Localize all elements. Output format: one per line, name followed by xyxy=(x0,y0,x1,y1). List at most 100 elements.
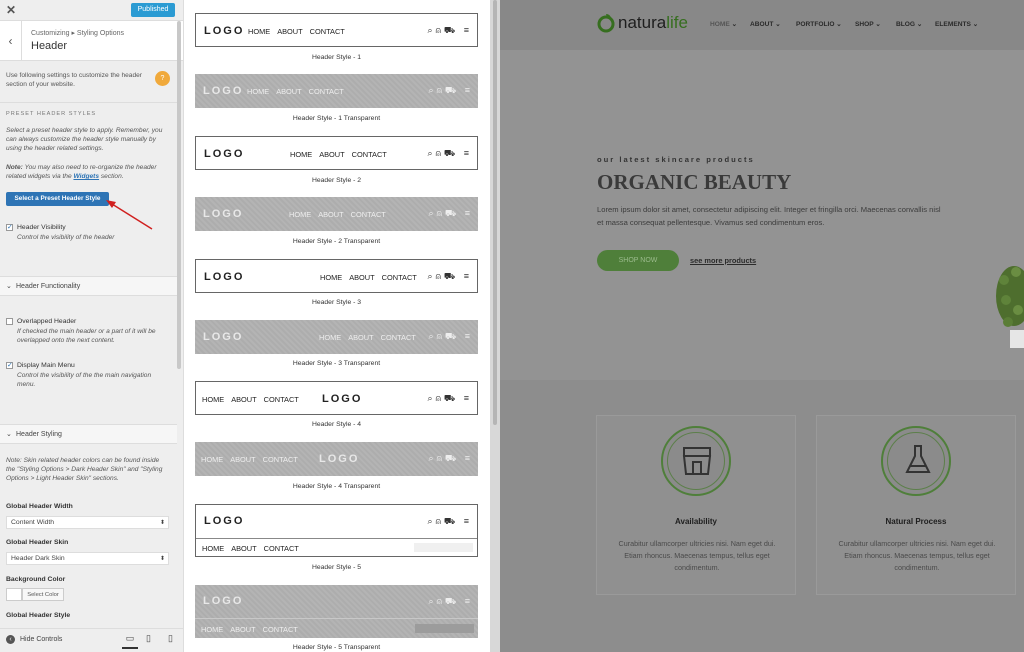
nav-contact: CONTACT xyxy=(263,544,299,553)
menu-blog-label: BLOG xyxy=(896,21,916,28)
menu-home[interactable]: HOME ⌄ xyxy=(710,20,737,28)
user-icon: ⍝ xyxy=(436,596,445,606)
publish-button[interactable]: Published xyxy=(131,3,175,17)
menu-about[interactable]: ABOUT ⌄ xyxy=(750,20,781,28)
menu-blog[interactable]: BLOG ⌄ xyxy=(896,20,922,28)
menu-portfolio[interactable]: PORTFOLIO ⌄ xyxy=(796,20,842,28)
menu-icon: ≡ xyxy=(463,516,472,526)
logo: LOGO xyxy=(204,148,245,160)
divider xyxy=(195,618,478,619)
menu-shop[interactable]: SHOP ⌄ xyxy=(855,20,881,28)
nav-contact: CONTACT xyxy=(309,27,345,36)
desktop-preview-icon[interactable]: ▭ xyxy=(122,633,138,649)
site-brand[interactable]: naturalife xyxy=(618,13,688,33)
overlapped-header-checkbox[interactable] xyxy=(6,318,13,325)
header-style-4-option[interactable]: HOME ABOUT CONTACT LOGO ⌕⍝⛟ ≡ xyxy=(195,381,478,415)
customizer-topbar: ✕ Published xyxy=(0,0,183,21)
header-style-1-option[interactable]: LOGO HOME ABOUT CONTACT ⌕⍝⛟ ≡ xyxy=(195,13,478,47)
nav-home: HOME xyxy=(319,333,342,342)
cart-icon: ⛟ xyxy=(443,271,459,281)
mobile-preview-icon[interactable]: ▯ xyxy=(168,633,173,644)
overlapped-header-desc: If checked the main header or a part of … xyxy=(17,328,156,344)
nav-home: HOME xyxy=(290,150,313,159)
nav-links: HOME ABOUT CONTACT xyxy=(290,150,394,159)
annotation-arrow-icon xyxy=(106,200,153,230)
cart-icon: ⛟ xyxy=(443,516,459,526)
nav-links: HOME ABOUT CONTACT xyxy=(201,625,305,634)
note-prefix: Note: xyxy=(6,164,23,171)
display-main-menu-checkbox[interactable]: ✓ xyxy=(6,362,13,369)
menu-shop-label: SHOP xyxy=(855,21,874,28)
tablet-preview-icon[interactable]: ▯ xyxy=(146,633,151,644)
customizer-panel: ✕ Published ‹ Customizing ▸ Styling Opti… xyxy=(0,0,184,652)
menu-icon: ≡ xyxy=(464,596,473,606)
header-skin-select[interactable]: Header Dark Skin ⬍ xyxy=(6,552,169,565)
header-style-3-option[interactable]: LOGO HOME ABOUT CONTACT ⌕⍝⛟ ≡ xyxy=(195,259,478,293)
user-icon: ⍝ xyxy=(436,208,445,218)
hero-section: our latest skincare products ORGANIC BEA… xyxy=(500,50,1024,380)
divider xyxy=(196,538,477,539)
header-style-label: Global Header Style xyxy=(6,612,71,619)
nav-contact: CONTACT xyxy=(262,455,298,464)
header-style-5-option[interactable]: LOGO ⌕⍝⛟ ≡ HOME ABOUT CONTACT xyxy=(195,504,478,557)
header-styling-group[interactable]: ⌄ Header Styling xyxy=(0,424,177,444)
header-visibility-label: Header Visibility xyxy=(17,224,66,231)
nav-links: HOME ABOUT CONTACT xyxy=(202,395,306,404)
panel-scrollbar[interactable] xyxy=(177,21,181,369)
cart-icon: ⛟ xyxy=(444,453,460,463)
user-icon: ⍝ xyxy=(435,148,444,158)
caption: Header Style - 2 Transparent xyxy=(292,238,381,245)
header-visibility-desc: Control the visibility of the header xyxy=(17,234,115,241)
feature-icon-ring xyxy=(661,426,731,496)
nav-home: HOME xyxy=(320,273,343,282)
nav-home: HOME xyxy=(201,625,224,634)
menu-icon: ≡ xyxy=(464,85,473,95)
see-more-link[interactable]: see more products xyxy=(690,256,756,265)
header-style-5-transparent-option[interactable]: LOGO ⌕⍝⛟ ≡ HOME ABOUT CONTACT xyxy=(195,585,478,638)
nav-contact: CONTACT xyxy=(381,273,417,282)
nav-links: HOME ABOUT CONTACT xyxy=(248,27,352,36)
gallery-scrollbar[interactable] xyxy=(490,0,500,652)
header-icons: ⌕⍝⛟ ≡ xyxy=(428,331,473,343)
back-arrow-icon[interactable]: ‹ xyxy=(0,21,22,61)
logo: LOGO xyxy=(203,85,244,97)
hide-controls-label[interactable]: Hide Controls xyxy=(20,636,62,643)
menu-icon: ≡ xyxy=(463,271,472,281)
leaf-logo-icon xyxy=(597,14,615,33)
shop-now-button[interactable]: SHOP NOW xyxy=(597,250,679,271)
header-functionality-group[interactable]: ⌄ Header Functionality xyxy=(0,276,177,296)
widgets-link[interactable]: Widgets xyxy=(73,173,99,180)
header-icons: ⌕⍝⛟ ≡ xyxy=(427,516,472,528)
menu-about-label: ABOUT xyxy=(750,21,774,28)
nav-about: ABOUT xyxy=(318,210,344,219)
color-swatch[interactable] xyxy=(6,588,22,601)
customizer-footer: ‹ Hide Controls ▭ ▯ ▯ xyxy=(0,628,183,652)
breadcrumb: Customizing ▸ Styling Options xyxy=(31,30,124,37)
close-icon[interactable]: ✕ xyxy=(6,3,16,17)
user-icon: ⍝ xyxy=(435,271,444,281)
header-width-select[interactable]: Content Width ⬍ xyxy=(6,516,169,529)
site-preview: naturalife HOME ⌄ ABOUT ⌄ PORTFOLIO ⌄ SH… xyxy=(500,0,1024,652)
header-style-4-transparent-option[interactable]: HOME ABOUT CONTACT LOGO ⌕⍝⛟ ≡ xyxy=(195,442,478,476)
header-style-2-transparent-option[interactable]: LOGO HOME ABOUT CONTACT ⌕⍝⛟ ≡ xyxy=(195,197,478,231)
header-icons: ⌕⍝⛟ ≡ xyxy=(427,25,472,37)
section-header: ‹ Customizing ▸ Styling Options Header xyxy=(0,21,183,61)
header-style-1-transparent-option[interactable]: LOGO HOME ABOUT CONTACT ⌕⍝⛟ ≡ xyxy=(195,74,478,108)
menu-elements[interactable]: ELEMENTS ⌄ xyxy=(935,20,978,28)
select-color-button[interactable]: Select Color xyxy=(22,588,64,601)
nav-home: HOME xyxy=(289,210,312,219)
header-visibility-checkbox[interactable]: ✓ xyxy=(6,224,13,231)
nav-contact: CONTACT xyxy=(350,210,386,219)
header-style-2-option[interactable]: LOGO HOME ABOUT CONTACT ⌕⍝⛟ ≡ xyxy=(195,136,478,170)
select-preset-header-button[interactable]: Select a Preset Header Style xyxy=(6,192,109,206)
caption: Header Style - 3 xyxy=(311,299,362,306)
menu-icon: ≡ xyxy=(463,148,472,158)
help-icon[interactable]: ? xyxy=(155,71,170,86)
header-style-3-transparent-option[interactable]: LOGO HOME ABOUT CONTACT ⌕⍝⛟ ≡ xyxy=(195,320,478,354)
nav-about: ABOUT xyxy=(231,544,257,553)
scrollbar-thumb[interactable] xyxy=(493,0,497,425)
site-header: naturalife HOME ⌄ ABOUT ⌄ PORTFOLIO ⌄ SH… xyxy=(500,0,1024,50)
hide-controls-icon[interactable]: ‹ xyxy=(6,635,15,644)
nav-contact: CONTACT xyxy=(351,150,387,159)
nav-about: ABOUT xyxy=(349,273,375,282)
